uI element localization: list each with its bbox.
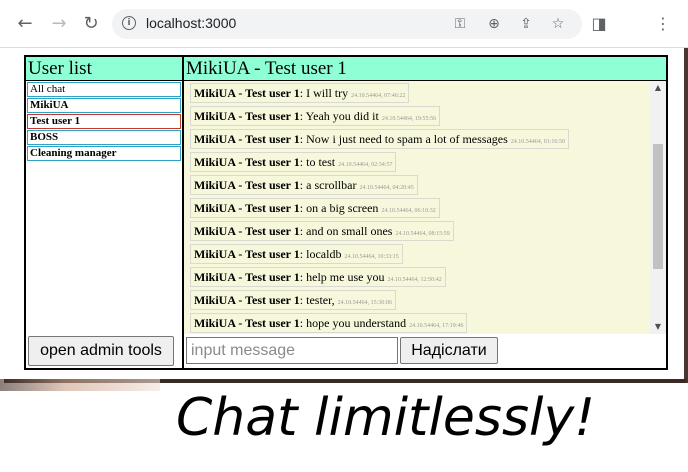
message-text: : on a big screen xyxy=(299,201,379,215)
star-icon[interactable]: ☆ xyxy=(548,14,568,34)
message-timestamp: 24.10.54464, 02:34:57 xyxy=(338,162,393,168)
message-item: MikiUA - Test user 1: tester, 24.10.54464… xyxy=(190,290,396,310)
message-text: : localdb xyxy=(299,247,342,261)
message-author: MikiUA - Test user 1 xyxy=(194,247,300,261)
scroll-down-arrow-icon[interactable]: ▼ xyxy=(650,320,666,334)
message-item: MikiUA - Test user 1: hope you understan… xyxy=(190,313,468,333)
browser-toolbar: ← → ↻ i localhost:3000 ⚿ ⊕ ⇪ ☆ ◨ ⋮ xyxy=(0,0,688,48)
message-item: MikiUA - Test user 1: help me use you 24.… xyxy=(190,267,446,287)
message-text: : Yeah you did it xyxy=(299,109,379,123)
message-text: : Now i just need to spam a lot of messa… xyxy=(299,132,508,146)
message-timestamp: 24.10.54464, 01:16:50 xyxy=(510,139,566,145)
message-item: MikiUA - Test user 1: and on small ones 2… xyxy=(190,221,454,241)
message-author: MikiUA - Test user 1 xyxy=(194,316,300,330)
message-list[interactable]: MikiUA - Test user 1: I will try 24.10.54… xyxy=(184,81,666,334)
user-item-cleaning-manager[interactable]: Cleaning manager xyxy=(27,146,181,161)
scrollbar-thumb[interactable] xyxy=(653,144,663,269)
chat-title: MikiUA - Test user 1 xyxy=(184,57,666,81)
message-timestamp: 24.10.54464, 12:50:42 xyxy=(387,277,442,283)
chat-panel: MikiUA - Test user 1 MikiUA - Test user … xyxy=(184,57,666,368)
slogan-text: Chat limitlessly! xyxy=(176,388,596,448)
user-item-mikiua[interactable]: MikiUA xyxy=(27,98,181,113)
open-admin-tools-button[interactable]: open admin tools xyxy=(28,336,174,366)
key-icon[interactable]: ⚿ xyxy=(450,14,470,34)
message-item: MikiUA - Test user 1: Yeah you did it 24.… xyxy=(190,106,441,126)
user-list: All chat MikiUA Test user 1 BOSS Cleanin… xyxy=(26,82,182,161)
user-list-panel: User list All chat MikiUA Test user 1 BO… xyxy=(26,57,184,368)
message-timestamp: 24.10.54464, 17:19:46 xyxy=(409,323,464,329)
reload-icon[interactable]: ↻ xyxy=(80,13,102,35)
zoom-icon[interactable]: ⊕ xyxy=(484,14,504,34)
user-item-boss[interactable]: BOSS xyxy=(27,130,181,145)
message-author: MikiUA - Test user 1 xyxy=(194,178,300,192)
message-text: : help me use you xyxy=(299,270,385,284)
message-timestamp: 24.10.54464, 07:46:22 xyxy=(351,93,406,99)
back-arrow-icon[interactable]: ← xyxy=(14,13,36,35)
address-bar[interactable]: i localhost:3000 ⚿ ⊕ ⇪ ☆ xyxy=(112,9,582,39)
message-author: MikiUA - Test user 1 xyxy=(194,293,300,307)
send-button[interactable]: Надіслати xyxy=(400,337,498,364)
message-item: MikiUA - Test user 1: on a big screen 24.… xyxy=(190,198,440,218)
window-edge xyxy=(684,48,688,383)
message-scrollbar[interactable]: ▲ ▼ xyxy=(650,81,666,334)
message-text: : I will try xyxy=(299,86,349,100)
message-timestamp: 24.10.54464, 04:20:45 xyxy=(359,185,414,191)
message-timestamp: 24.10.54464, 08:15:59 xyxy=(395,231,450,237)
message-author: MikiUA - Test user 1 xyxy=(194,201,300,215)
user-item-test-user-1[interactable]: Test user 1 xyxy=(27,114,181,129)
message-text: : hope you understand xyxy=(299,316,407,330)
message-text: : to test xyxy=(299,155,336,169)
message-author: MikiUA - Test user 1 xyxy=(194,224,300,238)
message-timestamp: 24.10.54464, 19:55:56 xyxy=(381,116,437,122)
scroll-up-arrow-icon[interactable]: ▲ xyxy=(650,81,666,95)
message-timestamp: 24.10.54464, 06:10:32 xyxy=(381,208,436,214)
message-text: : and on small ones xyxy=(299,224,393,238)
info-icon[interactable]: i xyxy=(122,16,136,30)
share-icon[interactable]: ⇪ xyxy=(516,14,536,34)
message-input[interactable] xyxy=(186,337,398,364)
sidebar-icon[interactable]: ◨ xyxy=(588,13,610,35)
message-timestamp: 24.10.54464, 10:33:15 xyxy=(344,254,399,260)
forward-arrow-icon[interactable]: → xyxy=(48,13,70,35)
url-text[interactable]: localhost:3000 xyxy=(146,15,236,31)
message-timestamp: 24.10.54464, 15:30:06 xyxy=(337,300,392,306)
message-author: MikiUA - Test user 1 xyxy=(194,270,300,284)
message-text: : tester, xyxy=(299,293,335,307)
message-item: MikiUA - Test user 1: I will try 24.10.54… xyxy=(190,83,410,103)
kebab-menu-icon[interactable]: ⋮ xyxy=(652,13,674,35)
message-item: MikiUA - Test user 1: localdb 24.10.54464… xyxy=(190,244,403,264)
message-item: MikiUA - Test user 1: Now i just need to… xyxy=(190,129,570,149)
message-author: MikiUA - Test user 1 xyxy=(194,132,300,146)
message-item: MikiUA - Test user 1: to test 24.10.54464… xyxy=(190,152,397,172)
background-image-strip xyxy=(0,379,160,391)
message-author: MikiUA - Test user 1 xyxy=(194,155,300,169)
user-list-title: User list xyxy=(26,57,182,81)
message-author: MikiUA - Test user 1 xyxy=(194,86,300,100)
user-item-all-chat[interactable]: All chat xyxy=(27,82,181,97)
message-text: : a scrollbar xyxy=(299,178,357,192)
chat-app: User list All chat MikiUA Test user 1 BO… xyxy=(24,55,668,370)
message-item: MikiUA - Test user 1: a scrollbar 24.10.5… xyxy=(190,175,418,195)
message-author: MikiUA - Test user 1 xyxy=(194,109,300,123)
